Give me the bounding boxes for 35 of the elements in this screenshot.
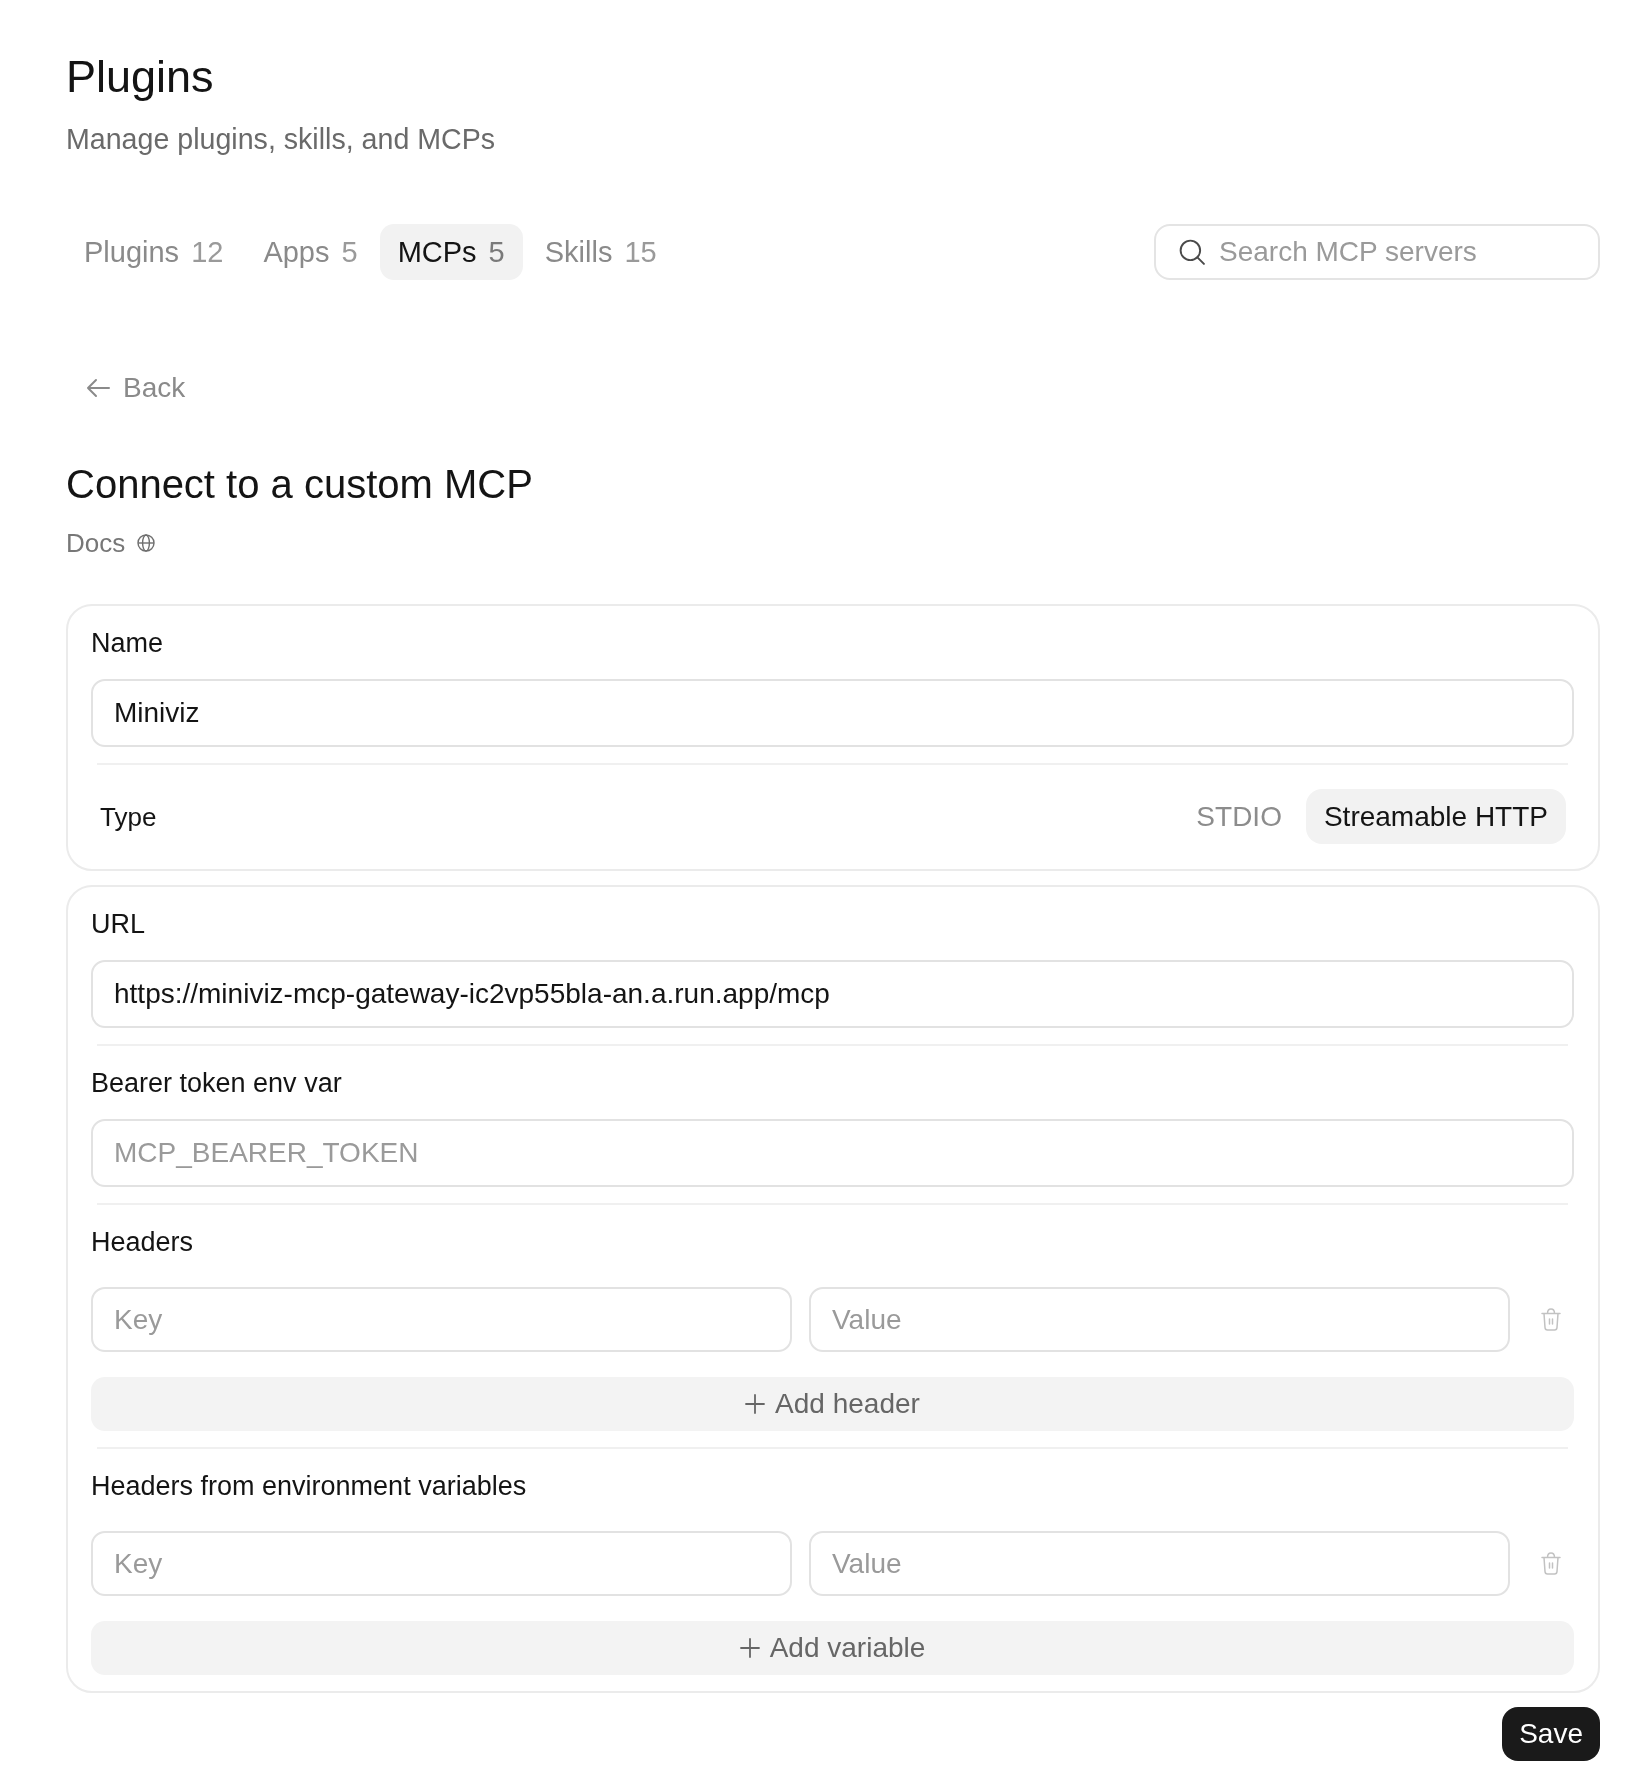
text-field[interactable]: Miniviz [91,679,1574,747]
plus-icon [739,1638,760,1658]
page-title: Plugins [66,51,215,103]
add-button[interactable]: Add header [91,1377,1574,1431]
add-button[interactable]: Add variable [91,1621,1574,1675]
back-button[interactable]: Back [66,364,186,412]
field-label: URL [91,908,146,941]
value-field[interactable]: Value [809,1287,1510,1352]
globe-icon [137,534,156,552]
field-label: Bearer token env var [91,1067,343,1100]
text-field[interactable]: https://miniviz-mcp-gateway-ic2vp55bla-an.a.run.app/mcp [91,960,1574,1028]
segment-option[interactable]: STDIO [1178,789,1300,844]
trash-icon[interactable] [1540,1308,1561,1331]
tab[interactable]: Skills 15 [526,224,675,280]
form-title: Connect to a custom MCP [66,461,534,508]
text-field[interactable]: MCP_BEARER_TOKEN [91,1119,1574,1187]
key-field[interactable]: Key [91,1531,792,1596]
field-label: Headers from environment variables [91,1470,528,1503]
plus-icon [745,1394,766,1414]
search-icon [1179,239,1205,265]
docs-link[interactable]: Docs [66,526,156,560]
page-subtitle: Manage plugins, skills, and MCPs [66,122,497,157]
arrow-left-icon [86,378,110,398]
segment-option[interactable]: Streamable HTTP [1305,789,1566,844]
tab[interactable]: Plugins 12 [66,224,242,280]
field-label: Headers [91,1226,195,1259]
tab[interactable]: MCPs 5 [379,224,523,280]
value-field[interactable]: Value [809,1531,1510,1596]
search-field[interactable]: Search MCP servers [1154,224,1600,280]
tab[interactable]: Apps 5 [245,224,376,280]
save-button[interactable]: Save [1502,1707,1600,1761]
key-field[interactable]: Key [91,1287,792,1352]
trash-icon[interactable] [1540,1552,1561,1575]
field-label: Name [91,627,165,660]
field-label: Type [100,800,157,834]
